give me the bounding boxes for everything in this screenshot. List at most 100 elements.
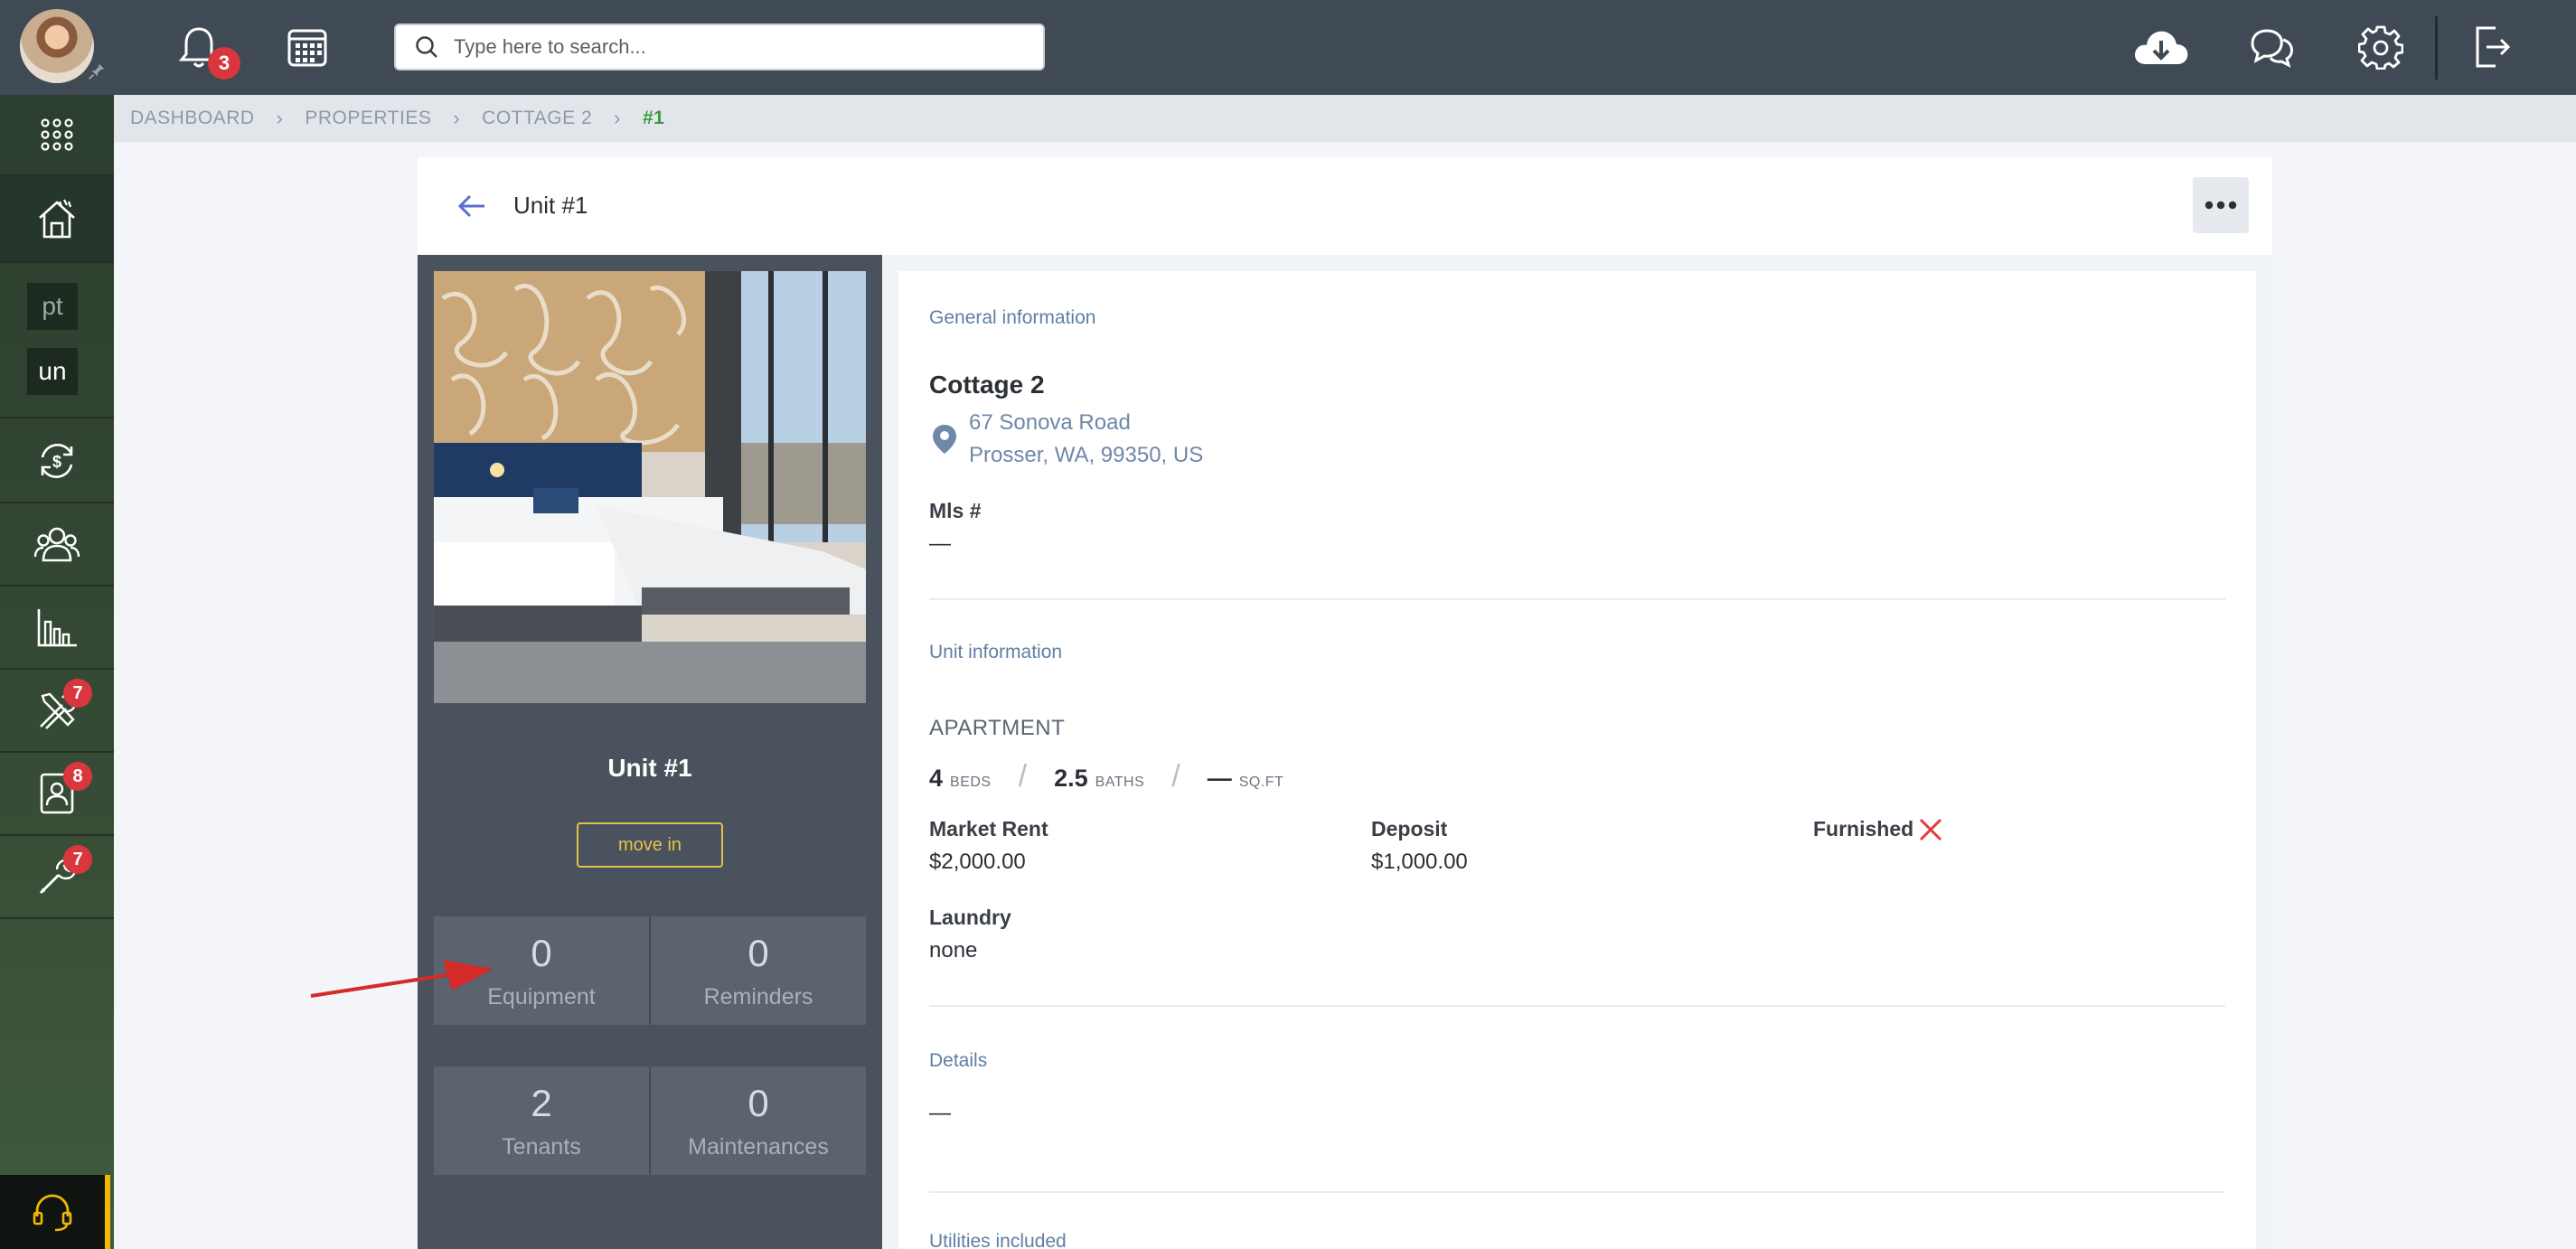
sidebar-item-apps[interactable] xyxy=(0,95,114,176)
general-info-heading: General information xyxy=(929,307,1096,328)
svg-text:$: $ xyxy=(52,453,61,471)
settings-gear-icon[interactable] xyxy=(2355,22,2406,72)
mls-value: — xyxy=(929,531,951,556)
reminders-label: Reminders xyxy=(703,983,813,1010)
breadcrumb-cottage[interactable]: COTTAGE 2 xyxy=(482,108,592,129)
move-in-button[interactable]: move in xyxy=(577,822,723,868)
breadcrumb: DASHBOARD › PROPERTIES › COTTAGE 2 › #1 xyxy=(114,95,2576,142)
info-sheet: General information Cottage 2 67 Sonova … xyxy=(898,271,2256,1249)
tenants-label: Tenants xyxy=(502,1133,581,1160)
card-header: Unit #1 xyxy=(418,157,2272,255)
sidebar-item-reports[interactable] xyxy=(0,587,114,670)
tenants-stat[interactable]: 2 Tenants xyxy=(434,1066,649,1175)
sidebar-tags: pt un xyxy=(0,265,114,418)
back-arrow-icon[interactable] xyxy=(454,188,490,224)
market-rent-value: $2,000.00 xyxy=(929,850,1026,874)
unit-type: APARTMENT xyxy=(929,716,1066,740)
left-sidebar: pt un $ 7 8 7 xyxy=(0,95,114,1249)
unit-summary-panel: Unit #1 move in 0 Equipment 0 Reminders … xyxy=(418,255,882,1249)
unit-detail-card: Unit #1 Unit #1 move in 0 Equipment 0 Re… xyxy=(418,157,2272,1249)
pin-icon[interactable] xyxy=(87,61,107,81)
address-line-1: 67 Sonova Road xyxy=(969,410,1131,435)
section-divider xyxy=(929,598,2225,600)
stats-row-1: 0 Equipment 0 Reminders xyxy=(434,916,866,1025)
unit-photo[interactable] xyxy=(434,271,866,703)
sidebar-tag-un[interactable]: un xyxy=(27,348,78,395)
house-icon xyxy=(39,199,75,239)
unit-info-panel: General information Cottage 2 67 Sonova … xyxy=(882,255,2272,1249)
laundry-value: none xyxy=(929,938,978,963)
sqft-value: — xyxy=(1207,765,1232,792)
spec-separator: / xyxy=(1171,759,1180,794)
tenants-count: 2 xyxy=(531,1081,552,1124)
sqft-unit: SQ.FT xyxy=(1238,775,1284,790)
baths-count: 2.5 xyxy=(1054,765,1088,792)
unit-name: Unit #1 xyxy=(607,754,692,782)
chevron-right-icon: › xyxy=(276,107,284,129)
mls-label: Mls # xyxy=(929,499,982,522)
maintenance-count-badge: 7 xyxy=(63,679,92,708)
chevron-right-icon: › xyxy=(614,107,621,129)
unit-specs: 4 BEDS / 2.5 BATHS / — SQ.FT xyxy=(929,759,1283,794)
support-headset-button[interactable] xyxy=(0,1175,110,1249)
property-name[interactable]: Cottage 2 xyxy=(929,371,1045,399)
apps-grid-icon xyxy=(41,118,73,151)
spec-separator: / xyxy=(1018,759,1028,794)
sidebar-tag-pt[interactable]: pt xyxy=(27,283,78,330)
utilities-heading: Utilities included xyxy=(929,1231,1067,1249)
sidebar-item-people[interactable] xyxy=(0,503,114,587)
equipment-label: Equipment xyxy=(487,983,596,1010)
deposit-label: Deposit xyxy=(1371,817,1448,840)
search-icon xyxy=(416,36,437,58)
sidebar-item-tools[interactable]: 7 xyxy=(0,836,114,919)
market-rent-label: Market Rent xyxy=(929,817,1048,840)
maintenances-stat[interactable]: 0 Maintenances xyxy=(649,1066,866,1175)
notifications-bell-icon[interactable]: 3 xyxy=(174,22,240,80)
maintenances-count: 0 xyxy=(747,1081,769,1124)
stats-row-2: 2 Tenants 0 Maintenances xyxy=(434,1066,866,1175)
tools-count-badge: 7 xyxy=(63,845,92,874)
top-bar: 3 xyxy=(0,0,2576,95)
notification-count-badge: 3 xyxy=(208,47,240,80)
headset-icon xyxy=(33,1194,72,1232)
annotation-arrow-icon xyxy=(310,960,494,998)
chat-icon[interactable] xyxy=(2247,22,2298,72)
unit-info-heading: Unit information xyxy=(929,642,1063,662)
sidebar-item-leases[interactable]: 8 xyxy=(0,753,114,836)
more-options-button[interactable] xyxy=(2193,177,2249,233)
logout-icon[interactable] xyxy=(2468,22,2518,72)
section-divider xyxy=(929,1005,2225,1007)
chevron-right-icon: › xyxy=(453,107,461,129)
baths-unit: BATHS xyxy=(1095,775,1145,790)
maintenances-label: Maintenances xyxy=(688,1133,829,1160)
beds-unit: BEDS xyxy=(950,775,992,790)
address-line-2: Prosser, WA, 99350, US xyxy=(969,443,1204,467)
search-input[interactable] xyxy=(454,35,1014,59)
bar-chart-icon xyxy=(37,609,77,647)
details-value: — xyxy=(929,1101,951,1125)
location-pin-icon xyxy=(933,425,956,454)
topbar-divider xyxy=(2435,16,2438,80)
breadcrumb-properties[interactable]: PROPERTIES xyxy=(305,108,431,129)
search-bar[interactable] xyxy=(394,23,1045,70)
reminders-stat[interactable]: 0 Reminders xyxy=(649,916,866,1025)
money-cycle-icon: $ xyxy=(41,444,73,478)
furnished-no-x-icon xyxy=(1919,818,1942,841)
calendar-icon[interactable] xyxy=(282,22,333,72)
sidebar-item-maintenance[interactable]: 7 xyxy=(0,670,114,753)
sidebar-item-properties[interactable] xyxy=(0,176,114,263)
details-heading: Details xyxy=(929,1050,988,1071)
user-avatar[interactable] xyxy=(20,9,94,83)
reminders-count: 0 xyxy=(747,931,769,974)
page-title: Unit #1 xyxy=(513,192,588,219)
breadcrumb-current: #1 xyxy=(642,108,665,128)
laundry-label: Laundry xyxy=(929,906,1011,929)
breadcrumb-dashboard[interactable]: DASHBOARD xyxy=(130,108,255,129)
section-divider xyxy=(929,1191,2225,1193)
beds-count: 4 xyxy=(929,765,944,792)
cloud-download-icon[interactable] xyxy=(2129,22,2193,72)
sidebar-item-accounting[interactable]: $ xyxy=(0,420,114,503)
leases-count-badge: 8 xyxy=(63,762,92,791)
users-icon xyxy=(33,527,80,562)
furnished-label: Furnished xyxy=(1813,817,1914,840)
